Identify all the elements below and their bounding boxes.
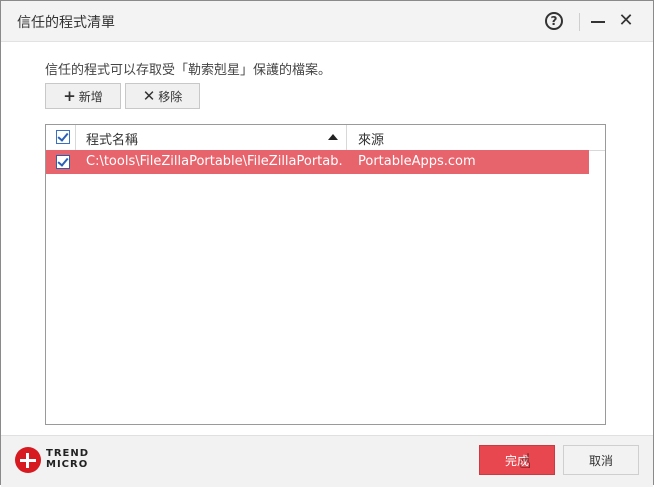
remove-button[interactable]: ✕ 移除: [125, 83, 200, 109]
description-text: 信任的程式可以存取受「勒索剋星」保護的檔案。: [45, 63, 332, 78]
trusted-programs-table: 程式名稱 來源 C:\tools\FileZillaPortable\FileZ…: [45, 124, 606, 425]
trusted-programs-dialog: 信任的程式清單 ? ✕ 信任的程式可以存取受「勒索剋星」保護的檔案。 + 新增 …: [0, 0, 654, 487]
program-path-cell: C:\tools\FileZillaPortable\FileZillaPort…: [86, 154, 344, 169]
title-bar: 信任的程式清單 ? ✕: [1, 1, 653, 42]
column-header-source[interactable]: 來源: [358, 129, 384, 148]
hand-cursor-icon: ☝: [519, 449, 532, 473]
cancel-button[interactable]: 取消: [563, 445, 639, 475]
add-button-label: 新增: [78, 89, 103, 104]
titlebar-divider: [579, 13, 580, 31]
add-button[interactable]: + 新增: [45, 83, 121, 109]
help-icon[interactable]: ?: [545, 12, 563, 30]
source-cell: PortableApps.com: [358, 154, 476, 169]
column-divider: [346, 125, 347, 150]
table-row[interactable]: C:\tools\FileZillaPortable\FileZillaPort…: [46, 150, 589, 174]
logo-line-2: MICRO: [46, 459, 89, 470]
sort-ascending-icon[interactable]: [328, 134, 338, 140]
trend-micro-logo-text: TREND MICRO: [46, 448, 89, 470]
remove-button-label: 移除: [158, 89, 183, 104]
column-header-program-name[interactable]: 程式名稱: [86, 129, 138, 148]
plus-icon: +: [63, 86, 76, 105]
trend-micro-logo-icon: [15, 447, 41, 473]
table-header: 程式名稱 來源: [46, 125, 605, 151]
close-icon[interactable]: ✕: [617, 11, 635, 31]
footer-bar: TREND MICRO 完成 取消: [1, 435, 653, 487]
select-all-checkbox[interactable]: [56, 130, 70, 144]
window-title: 信任的程式清單: [17, 15, 115, 31]
minimize-icon[interactable]: [591, 21, 605, 23]
column-divider: [75, 125, 76, 150]
logo-line-1: TREND: [46, 448, 90, 459]
x-icon: ✕: [142, 86, 156, 105]
done-button[interactable]: 完成: [479, 445, 555, 475]
row-checkbox[interactable]: [56, 155, 70, 169]
